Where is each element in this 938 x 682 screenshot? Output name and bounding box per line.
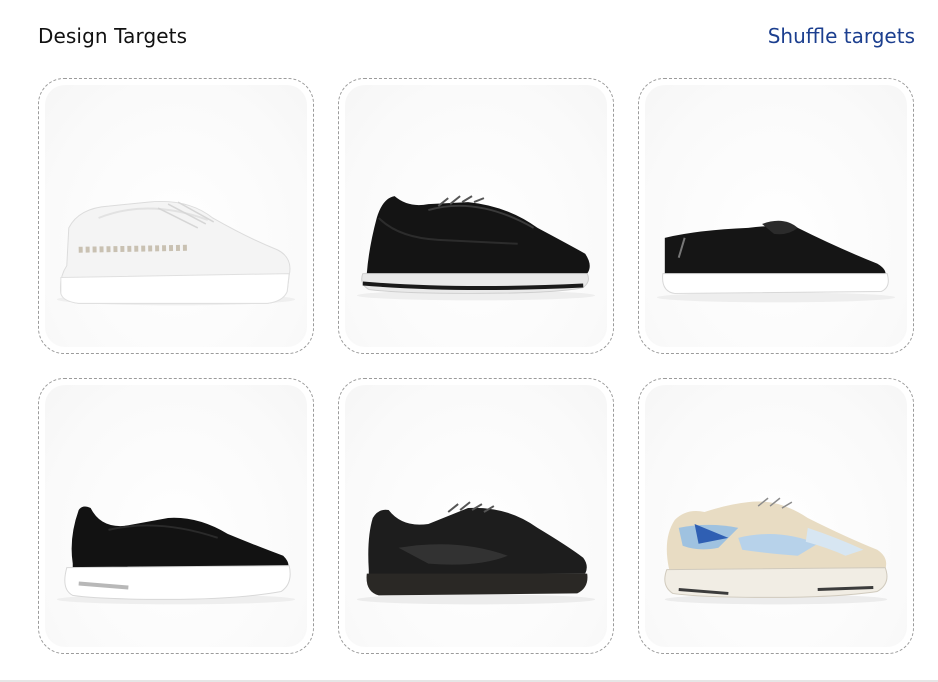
shuffle-targets-link[interactable]: Shuffle targets bbox=[768, 24, 915, 48]
design-target-card-5[interactable] bbox=[338, 378, 614, 654]
design-target-card-1[interactable] bbox=[38, 78, 314, 354]
design-targets-page: Design Targets Shuffle targets bbox=[0, 0, 938, 682]
page-title: Design Targets bbox=[38, 24, 188, 48]
design-target-card-3[interactable] bbox=[638, 78, 914, 354]
white-sneaker-image bbox=[56, 201, 296, 306]
design-target-card-6[interactable] bbox=[638, 378, 914, 654]
black-leather-sneaker-image bbox=[356, 501, 596, 605]
design-target-card-2[interactable] bbox=[338, 78, 614, 354]
design-target-card-4[interactable] bbox=[38, 378, 314, 654]
beige-blue-chunky-sneaker-image bbox=[664, 497, 888, 605]
black-canvas-sneaker-image bbox=[656, 220, 896, 303]
design-targets-grid bbox=[38, 78, 914, 654]
black-running-sneaker-image bbox=[356, 195, 596, 301]
black-slip-on-sneaker-image bbox=[56, 506, 296, 605]
